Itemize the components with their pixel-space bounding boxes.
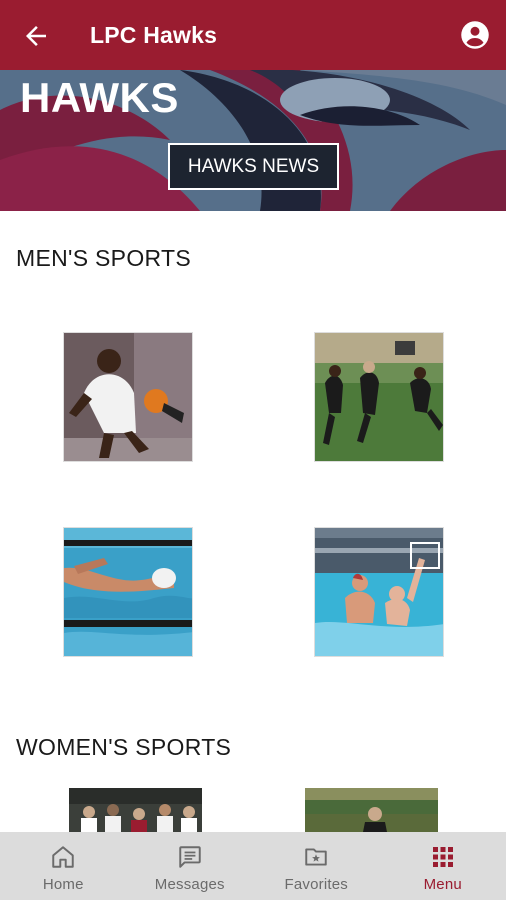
swimming-tile[interactable]	[63, 527, 193, 657]
soccer-tile[interactable]	[314, 332, 444, 462]
hero-title: HAWKS	[20, 74, 179, 121]
womens-sports-heading: WOMEN'S SPORTS	[16, 734, 232, 760]
app-title: LPC Hawks	[90, 22, 218, 48]
mens-sports-heading: MEN'S SPORTS	[16, 245, 191, 271]
nav-menu[interactable]: Menu	[380, 832, 506, 900]
water-polo-tile[interactable]	[314, 527, 444, 657]
nav-menu-label: Menu	[423, 876, 462, 893]
field-photo	[305, 788, 438, 832]
star-folder-icon	[305, 848, 327, 866]
basketball-photo	[64, 333, 192, 461]
nav-home[interactable]: Home	[0, 832, 127, 900]
nav-messages[interactable]: Messages	[127, 832, 254, 900]
womens-soccer-tile[interactable]	[305, 788, 438, 832]
nav-messages-label: Messages	[154, 876, 225, 893]
account-button[interactable]	[460, 20, 490, 50]
app-bar: LPC Hawks	[0, 0, 506, 70]
arrow-left-icon	[26, 26, 46, 46]
water-polo-photo	[315, 528, 443, 656]
account-circle-icon	[461, 21, 489, 49]
team-photo	[69, 788, 202, 832]
app-root: LPC Hawks HAWKS HAWKS NEWS MEN'S SPORTS	[0, 0, 506, 900]
womens-volleyball-tile[interactable]	[69, 788, 202, 832]
hero-banner: HAWKS HAWKS NEWS	[0, 70, 506, 211]
back-button[interactable]	[20, 20, 52, 52]
message-icon	[179, 846, 201, 868]
hawks-news-button[interactable]: HAWKS NEWS	[168, 143, 339, 190]
basketball-tile[interactable]	[63, 332, 193, 462]
bottom-navigation: Home Messages Favorites Menu	[0, 832, 506, 900]
nav-favorites-label: Favorites	[284, 876, 348, 893]
swimming-photo	[64, 528, 192, 656]
nav-favorites[interactable]: Favorites	[253, 832, 380, 900]
soccer-photo	[315, 333, 443, 461]
home-icon	[52, 846, 74, 868]
nav-home-label: Home	[42, 876, 84, 893]
grid-menu-icon	[432, 847, 453, 867]
